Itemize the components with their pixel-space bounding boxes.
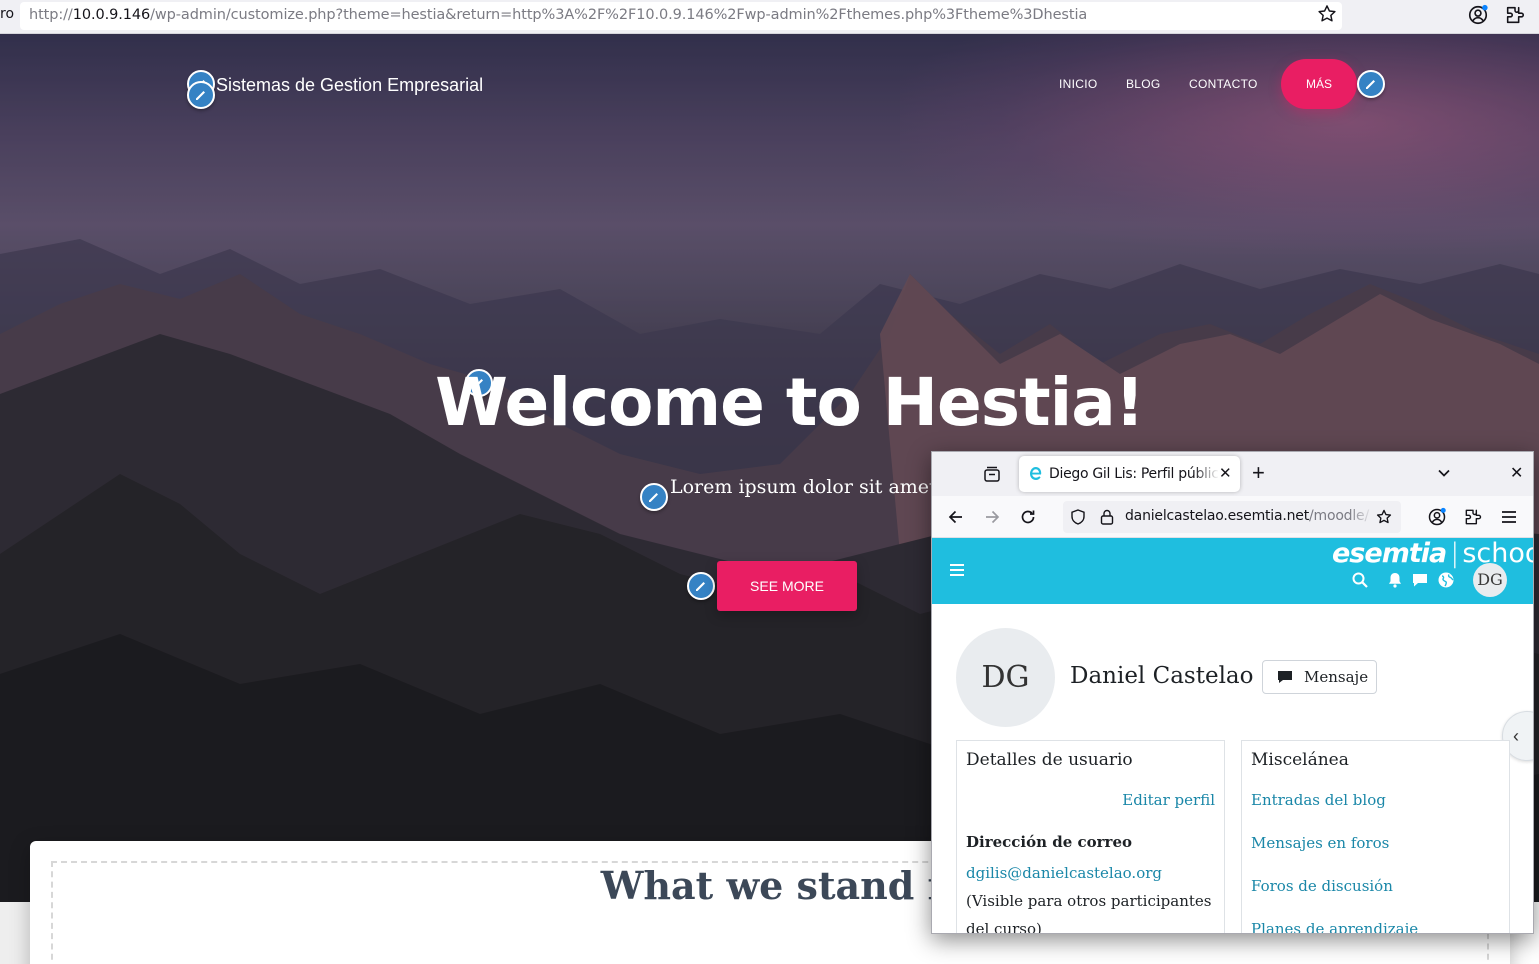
- message-button-label: Mensaje: [1304, 668, 1369, 686]
- forum-posts-link[interactable]: Mensajes en foros: [1251, 834, 1389, 852]
- star-icon[interactable]: [1316, 3, 1338, 25]
- popup-browser-window[interactable]: Diego Gil Lis: Perfil público ✕ + ✕ dani…: [931, 451, 1534, 934]
- forward-icon[interactable]: [982, 507, 1002, 527]
- chevron-left-icon: ‹: [1513, 726, 1519, 746]
- see-more-button[interactable]: SEE MORE: [717, 561, 857, 611]
- hero-subtitle: Lorem ipsum dolor sit amet: [670, 476, 937, 498]
- edit-shortcut-hero-subtitle[interactable]: [640, 483, 668, 511]
- new-tab-icon[interactable]: +: [1252, 460, 1265, 486]
- address-bar[interactable]: http://10.0.9.146/wp-admin/customize.php…: [20, 2, 1342, 30]
- esemtia-logo[interactable]: esemtia|school: [1332, 538, 1533, 569]
- bookmark-star-icon[interactable]: [1375, 508, 1393, 526]
- lock-icon[interactable]: [1099, 508, 1115, 526]
- edit-shortcut-hero-button[interactable]: [687, 572, 715, 600]
- nav-item-blog[interactable]: BLOG: [1126, 77, 1161, 91]
- moodle-page: esemtia|school DG DG Daniel Castelao Men…: [932, 538, 1533, 934]
- popup-nav-toolbar: danielcastelao.esemtia.net/moodle/: [932, 496, 1533, 538]
- messages-icon[interactable]: [1411, 571, 1429, 589]
- bell-icon[interactable]: [1386, 571, 1404, 589]
- tab-groups-icon[interactable]: [982, 464, 1002, 484]
- moodle-header: esemtia|school DG: [932, 538, 1533, 604]
- nav-item-inicio[interactable]: INICIO: [1059, 77, 1097, 91]
- esemtia-favicon-icon: [1030, 467, 1042, 480]
- discussion-forums-link[interactable]: Foros de discusión: [1251, 877, 1393, 895]
- close-window-icon[interactable]: ✕: [1510, 463, 1523, 483]
- close-tab-icon[interactable]: ✕: [1219, 464, 1232, 482]
- popup-address-bar[interactable]: danielcastelao.esemtia.net/moodle/: [1063, 501, 1401, 533]
- user-details-card: Detalles de usuario Editar perfil Direcc…: [956, 740, 1225, 934]
- extensions-icon[interactable]: [1504, 4, 1526, 26]
- extensions-icon[interactable]: [1463, 507, 1483, 527]
- account-icon[interactable]: [1427, 507, 1447, 527]
- tab-profile[interactable]: Diego Gil Lis: Perfil público ✕: [1019, 456, 1240, 492]
- message-button[interactable]: Mensaje: [1262, 660, 1377, 694]
- popup-tabstrip: Diego Gil Lis: Perfil público ✕ + ✕: [932, 452, 1533, 496]
- edit-shortcut-title[interactable]: [187, 81, 215, 109]
- search-icon[interactable]: [1351, 571, 1369, 589]
- hamburger-menu-icon[interactable]: [1499, 507, 1519, 527]
- user-avatar[interactable]: DG: [1473, 563, 1507, 597]
- browser-toolbar: ro http://10.0.9.146/wp-admin/customize.…: [0, 0, 1539, 34]
- reload-icon[interactable]: [1018, 507, 1038, 527]
- comment-icon: [1278, 671, 1292, 683]
- profile-name: Daniel Castelao: [1070, 663, 1254, 689]
- address-url[interactable]: http://10.0.9.146/wp-admin/customize.php…: [29, 7, 1087, 23]
- blog-entries-link[interactable]: Entradas del blog: [1251, 791, 1386, 809]
- nav-item-mas[interactable]: MÁS: [1281, 59, 1357, 109]
- learning-plans-link[interactable]: Planes de aprendizaje: [1251, 920, 1418, 933]
- email-label: Dirección de correo: [966, 833, 1132, 851]
- menu-icon[interactable]: [949, 563, 965, 577]
- edit-shortcut-menu[interactable]: [1357, 70, 1385, 98]
- site-title[interactable]: Sistemas de Gestion Empresarial: [216, 75, 483, 96]
- nav-item-contacto[interactable]: CONTACTO: [1189, 77, 1258, 91]
- tab-title: Diego Gil Lis: Perfil público: [1049, 466, 1219, 482]
- shield-icon[interactable]: [1069, 508, 1087, 526]
- user-details-heading: Detalles de usuario: [966, 750, 1133, 770]
- popup-url: danielcastelao.esemtia.net/moodle/: [1125, 508, 1369, 524]
- email-link[interactable]: dgilis@danielcastelao.org: [966, 864, 1162, 882]
- hero-title: Welcome to Hestia!: [435, 364, 1145, 441]
- account-icon[interactable]: [1467, 4, 1489, 26]
- misc-card: Miscelánea Entradas del blog Mensajes en…: [1241, 740, 1510, 933]
- profile-avatar: DG: [956, 628, 1055, 727]
- edit-profile-link[interactable]: Editar perfil: [1122, 791, 1215, 809]
- back-icon[interactable]: [946, 507, 966, 527]
- language-globe-icon[interactable]: [1437, 571, 1455, 589]
- email-value: dgilis@danielcastelao.org (Visible para …: [966, 864, 1212, 934]
- misc-heading: Miscelánea: [1251, 750, 1349, 770]
- tab-fragment: ro: [0, 6, 15, 22]
- chevron-down-icon[interactable]: [1435, 464, 1453, 482]
